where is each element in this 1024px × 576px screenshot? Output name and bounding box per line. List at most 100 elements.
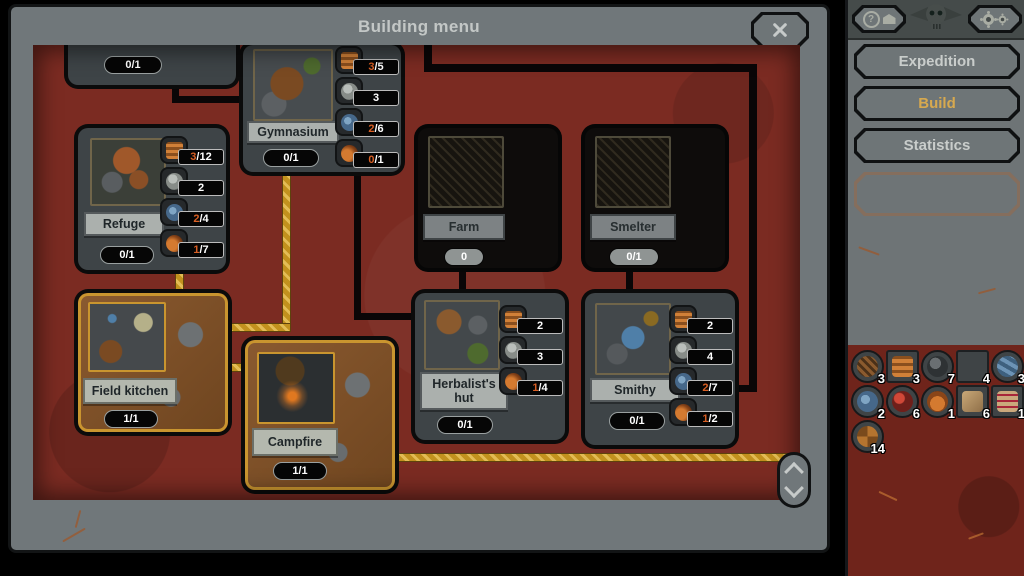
connector-line-built <box>228 323 291 332</box>
metal-ore-icon <box>857 391 878 412</box>
card-herbalists-hut[interactable]: Herbalist's hut 0/1 2 3 1/4 <box>415 293 565 440</box>
resource-stone[interactable]: 4 <box>956 350 990 386</box>
card-smithy[interactable]: Smithy 0/1 2 4 2/7 1/2 <box>585 293 735 445</box>
resource-coal[interactable]: 7 <box>921 350 955 386</box>
resource-leather[interactable]: 6 <box>956 385 990 421</box>
card-title: Herbalist's hut <box>420 372 508 410</box>
connector-line <box>354 313 418 320</box>
connector-line-built <box>393 453 795 462</box>
gear-icon <box>983 14 994 25</box>
card-image <box>595 303 671 375</box>
connector-line <box>459 268 466 294</box>
cost-list: 3/5 3 2/6 0/1 <box>335 46 399 170</box>
inventory-panel: 3 3 7 4 3 2 6 1 6 1 14 <box>848 345 1024 576</box>
card-field-kitchen[interactable]: Field kitchen 1/1 <box>78 293 228 432</box>
resource-clay-pots[interactable]: 1 <box>921 385 955 421</box>
meat-icon <box>892 391 913 412</box>
card-image <box>424 300 500 370</box>
cost-stone: 4 <box>669 336 733 367</box>
resource-branches[interactable]: 3 <box>851 350 885 386</box>
scratch-decor <box>978 287 996 295</box>
help-button[interactable]: ? <box>852 5 906 33</box>
cost-list: 2 4 2/7 1/2 <box>669 305 733 429</box>
cost-stone: 2 <box>160 167 224 198</box>
cost-stone: 3 <box>499 336 563 367</box>
question-icon: ? <box>863 11 880 28</box>
card-campfire[interactable]: Campfire 1/1 <box>245 340 395 490</box>
resource-meat[interactable]: 6 <box>886 385 920 421</box>
card-image <box>428 136 504 208</box>
cost-wood: 3/12 <box>160 136 224 167</box>
scratch-decor <box>858 246 880 256</box>
resource-metal-ore[interactable]: 2 <box>851 385 885 421</box>
card-image <box>595 136 671 208</box>
scratch-decor <box>74 510 82 528</box>
card-partial[interactable]: 0/1 <box>68 45 236 85</box>
card-smelter[interactable]: Smelter 0/1 <box>585 128 725 268</box>
cost-clay: 1/4 <box>499 367 563 398</box>
connector-line-built <box>175 270 184 295</box>
card-refuge[interactable]: Refuge 0/1 3/12 2 2/4 1/7 <box>78 128 226 270</box>
building-icon <box>883 14 896 24</box>
coal-icon <box>927 356 948 377</box>
connector-line <box>626 268 633 294</box>
scratch-decor <box>878 490 898 502</box>
cost-wood: 3/5 <box>335 46 399 77</box>
card-image <box>90 138 166 206</box>
cost-metal: 2/7 <box>669 367 733 398</box>
cost-wood: 2 <box>669 305 733 336</box>
card-count-badge: 0/1 <box>609 248 659 266</box>
cost-metal: 2/6 <box>335 108 399 139</box>
scroll-down-icon[interactable] <box>784 478 804 499</box>
scratch-decor <box>62 527 86 543</box>
card-count-badge: 0/1 <box>104 56 162 74</box>
card-title: Smithy <box>590 378 680 402</box>
cost-clay: 1/2 <box>669 398 733 429</box>
connector-line <box>354 172 361 320</box>
card-count-badge: 0/1 <box>263 149 319 167</box>
resource-grid: 3 3 7 4 3 2 6 1 6 1 14 <box>851 350 1024 456</box>
bandages-icon <box>997 391 1018 412</box>
card-title: Farm <box>423 214 505 240</box>
card-count-badge: 0/1 <box>437 416 493 434</box>
sidebar-emblem-bar: ? <box>848 0 1024 40</box>
skull-emblem-icon <box>910 4 962 30</box>
connector-line <box>424 64 757 72</box>
cost-list: 2 3 1/4 <box>499 305 563 398</box>
card-count-badge: 1/1 <box>273 462 327 480</box>
resource-bandages[interactable]: 1 <box>991 385 1024 421</box>
connector-line-built <box>282 173 291 332</box>
connector-line <box>749 64 757 392</box>
close-button[interactable] <box>751 12 809 48</box>
firewood-icon <box>892 356 913 377</box>
tab-build[interactable]: Build <box>854 86 1020 121</box>
cost-stone: 3 <box>335 77 399 108</box>
resource-rope[interactable]: 14 <box>851 420 885 456</box>
connector-line <box>172 96 248 103</box>
empty-tab-slot <box>854 172 1020 216</box>
card-title: Smelter <box>590 214 676 240</box>
card-count-badge: 0/1 <box>100 246 154 264</box>
card-gymnasium[interactable]: Gymnasium 0/1 3/5 3 2/6 0/1 <box>243 45 401 172</box>
settings-button[interactable] <box>968 5 1022 33</box>
building-tree-viewport[interactable]: 0/1 Gymnasium 0/1 3/5 3 2/6 0/1 Refuge 0… <box>33 45 800 500</box>
sidebar: ? Expedition Build Statistics 3 3 7 4 3 … <box>845 0 1024 576</box>
resource-firewood[interactable]: 3 <box>886 350 920 386</box>
leather-icon <box>962 391 983 412</box>
card-farm[interactable]: Farm 0 <box>418 128 558 268</box>
scrap-metal-icon <box>997 356 1018 377</box>
cost-clay: 1/7 <box>160 229 224 260</box>
resource-scrap-metal[interactable]: 3 <box>991 350 1024 386</box>
card-title: Field kitchen <box>83 378 177 404</box>
screen: { "palette":{ "accent_gold":"#d7a94f","p… <box>0 0 1024 576</box>
gear-icon <box>998 15 1006 23</box>
tab-expedition[interactable]: Expedition <box>854 44 1020 79</box>
tab-statistics[interactable]: Statistics <box>854 128 1020 163</box>
page-title: Building menu <box>358 17 480 36</box>
branches-icon <box>857 356 878 377</box>
cost-list: 3/12 2 2/4 1/7 <box>160 136 224 260</box>
scrollbar[interactable] <box>777 452 811 508</box>
card-count-badge: 1/1 <box>104 410 158 428</box>
cost-wood: 2 <box>499 305 563 336</box>
scratch-decor <box>968 532 984 540</box>
